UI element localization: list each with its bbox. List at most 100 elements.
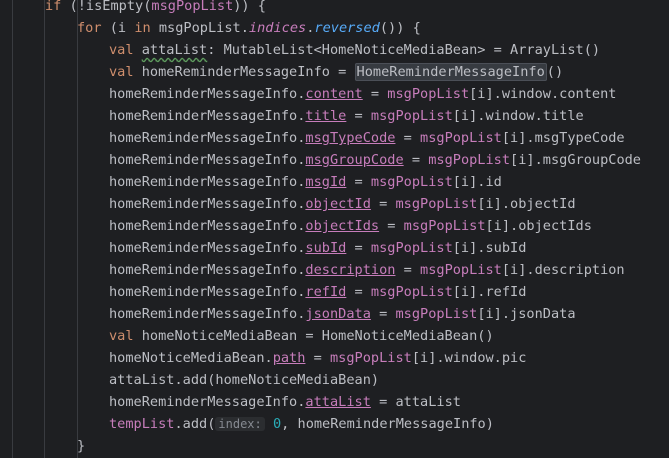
code-text: = [346,174,371,190]
variable-ref: msgPopList [395,196,478,212]
code-line[interactable]: homeReminderMessageInfo.attaList = attaL… [109,391,461,413]
code-text: homeReminderMessageInfo. [109,240,306,256]
indent-guide [77,0,78,458]
keyword: val [109,42,134,58]
code-text: = [395,262,421,278]
variable-ref: msgPopList [387,86,470,102]
code-line[interactable]: homeReminderMessageInfo.content = msgPop… [109,83,616,105]
code-text: homeReminderMessageInfo. [109,262,306,278]
code-text: .add( [174,416,216,432]
property-ref: refId [305,284,347,300]
code-line[interactable]: tempList.add(index: 0, homeReminderMessa… [109,413,494,435]
property-ref: msgTypeCode [305,130,396,146]
code-text: = [370,306,396,322]
code-text: [i].jsonData [477,306,576,322]
code-text: = [362,86,388,102]
code-text: [i].window.pic [411,350,527,366]
code-text: )) { [233,0,266,14]
code-text: homeReminderMessageInfo. [109,196,306,212]
property-ref: msgGroupCode [305,152,404,168]
keyword: val [109,328,134,344]
code-text: [i].subId [452,240,527,256]
code-line[interactable]: val homeNoticeMediaBean = HomeNoticeMedi… [109,325,494,347]
property-ref: description [305,262,396,278]
code-line[interactable]: homeReminderMessageInfo.refId = msgPopLi… [109,281,526,303]
code-text: msgPopList. [150,20,249,36]
code-line[interactable]: homeReminderMessageInfo.jsonData = msgPo… [109,303,576,325]
indent-guide [44,0,45,458]
code-text: (i [101,20,135,36]
code-text: homeReminderMessageInfo. [109,218,306,234]
indent-guide [12,0,13,458]
code-text: [i].msgTypeCode [501,130,625,146]
highlighted-identifier: HomeReminderMessageInfo [354,63,547,81]
code-line[interactable]: homeReminderMessageInfo.msgGroupCode = m… [109,149,641,171]
code-line[interactable]: homeReminderMessageInfo.msgTypeCode = ms… [109,127,625,149]
code-line[interactable]: homeReminderMessageInfo.title = msgPopLi… [109,105,584,127]
variable-ref: tempList [109,416,175,432]
code-line[interactable]: homeReminderMessageInfo.description = ms… [109,259,625,281]
code-line[interactable]: val attaList: MutableList<HomeNoticeMedi… [109,39,600,61]
code-text: = [346,240,371,256]
code-text: [i].description [501,262,625,278]
code-text: = [346,108,371,124]
closing-brace: } [77,438,86,454]
variable-ref: msgPopList [370,174,453,190]
extension-property: indices [248,20,307,36]
property-ref: content [305,86,363,102]
code-line[interactable]: attaList.add(homeNoticeMediaBean) [109,369,379,391]
variable-ref: msgPopList [428,152,511,168]
number-literal: 0 [272,416,282,432]
code-text: , homeReminderMessageInfo) [281,416,494,432]
variable-declaration: attaList [141,42,208,58]
parameter-hint: index: [215,417,265,431]
code-text: = [305,350,330,366]
code-line[interactable]: for (i in msgPopList.indices.reversed())… [77,17,421,39]
property-ref: msgId [305,174,347,190]
code-text: ()) { [379,20,421,36]
code-text: homeReminderMessageInfo. [109,306,306,322]
code-line[interactable]: val homeReminderMessageInfo = HomeRemind… [109,61,563,83]
keyword: for [77,20,102,36]
code-text: [i].msgGroupCode [510,152,641,168]
property-ref: subId [305,240,347,256]
property-ref: title [305,108,347,124]
code-text: : MutableList<HomeNoticeMediaBean> = Arr… [207,42,601,58]
code-text: = attaList [370,394,461,410]
code-text: homeNoticeMediaBean. [109,350,273,366]
code-text: = [403,152,429,168]
code-line[interactable]: homeNoticeMediaBean.path = msgPopList[i]… [109,347,526,369]
code-line[interactable]: if (!isEmpty(msgPopList)) { [45,0,266,17]
code-line[interactable]: } [77,435,85,457]
code-text: [i].id [452,174,502,190]
code-text: homeReminderMessageInfo. [109,174,306,190]
variable-ref: msgPopList [395,306,478,322]
code-line[interactable]: homeReminderMessageInfo.subId = msgPopLi… [109,237,526,259]
code-text: homeReminderMessageInfo. [109,130,306,146]
code-editor[interactable]: if (!isEmpty(msgPopList)) { for (i in ms… [0,0,669,458]
code-text: [i].objectIds [485,218,592,234]
code-text: () [546,64,564,80]
extension-function: reversed [314,20,380,36]
variable-ref: msgPopList [420,130,502,146]
code-text: [i].objectId [477,196,576,212]
code-line[interactable]: homeReminderMessageInfo.msgId = msgPopLi… [109,171,502,193]
code-text: [i].window.title [452,108,584,124]
code-line[interactable]: homeReminderMessageInfo.objectId = msgPo… [109,193,576,215]
variable-ref: msgPopList [370,284,453,300]
code-text: homeNoticeMediaBean = HomeNoticeMediaBea… [133,328,494,344]
code-text: homeReminderMessageInfo. [109,394,306,410]
variable-ref: msgPopList [370,240,453,256]
variable-ref: msgPopList [330,350,412,366]
code-line[interactable]: homeReminderMessageInfo.objectIds = msgP… [109,215,592,237]
variable-ref: msgPopList [370,108,453,124]
code-text: attaList.add(homeNoticeMediaBean) [109,372,380,388]
keyword: if [45,0,62,14]
code-text: homeReminderMessageInfo. [109,152,306,168]
code-text: homeReminderMessageInfo. [109,86,306,102]
property-ref: jsonData [305,306,371,322]
code-text: [i].window.content [469,86,617,102]
code-text: homeReminderMessageInfo. [109,108,306,124]
